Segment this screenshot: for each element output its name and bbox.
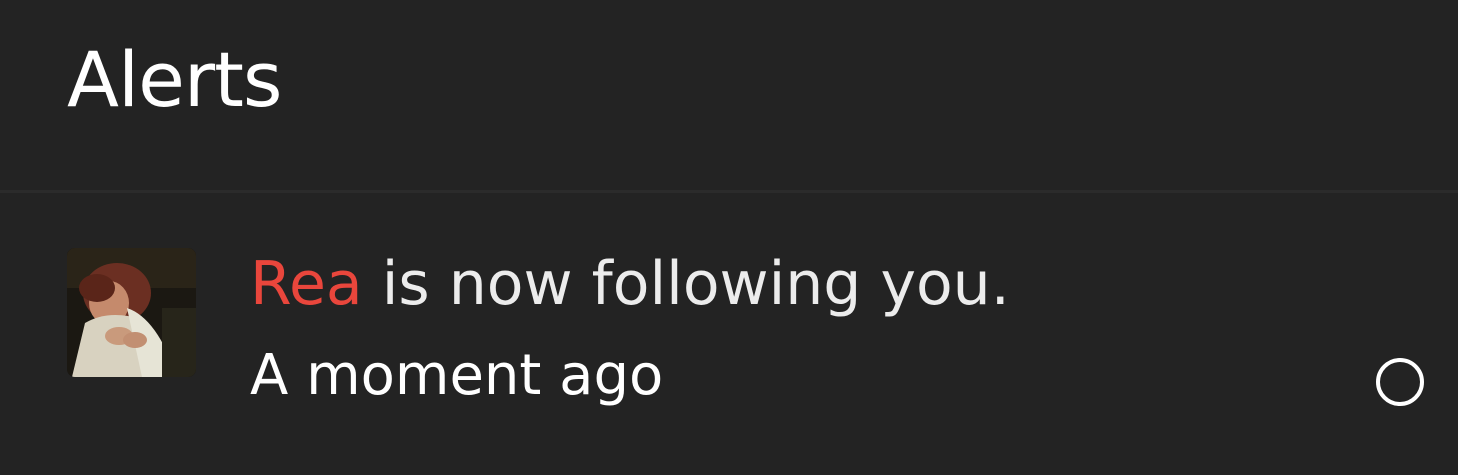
page-title: Alerts bbox=[67, 35, 283, 124]
avatar[interactable] bbox=[67, 248, 196, 377]
alert-item[interactable]: Rea is now following you. A moment ago bbox=[0, 193, 1458, 475]
alert-timestamp: A moment ago bbox=[250, 343, 664, 408]
alerts-header: Alerts bbox=[0, 0, 1458, 190]
alert-actor-link[interactable]: Rea bbox=[250, 249, 363, 319]
unread-circle-icon[interactable] bbox=[1376, 358, 1424, 406]
alerts-panel: Alerts Rea is now following you. A momen… bbox=[0, 0, 1458, 475]
avatar-photo bbox=[67, 248, 196, 377]
alert-message-text: is now following you. bbox=[362, 249, 1010, 319]
alert-message: Rea is now following you. bbox=[250, 248, 1010, 320]
